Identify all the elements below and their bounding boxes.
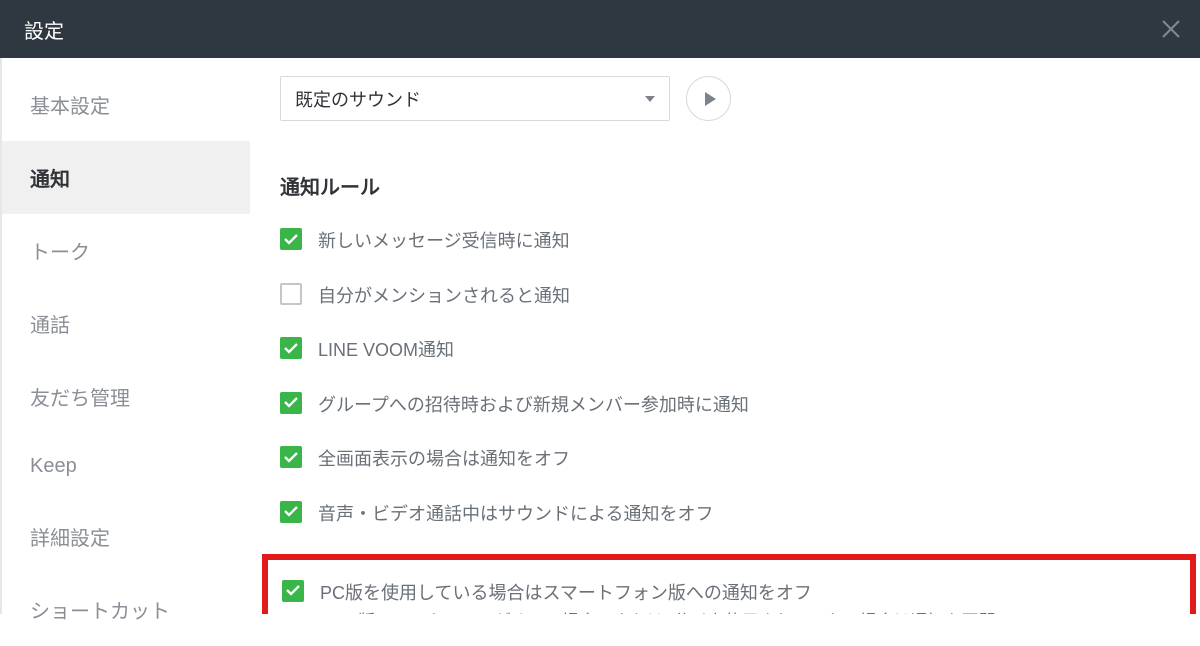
sidebar-item-keep[interactable]: Keep bbox=[2, 433, 250, 500]
settings-header: 設定 bbox=[0, 0, 1200, 58]
checkbox[interactable] bbox=[280, 228, 302, 250]
chevron-down-icon bbox=[645, 96, 655, 102]
play-sound-button[interactable] bbox=[686, 76, 731, 121]
rule-label: グループへの招待時および新規メンバー参加時に通知 bbox=[318, 390, 749, 421]
sidebar-item-label: ショートカット bbox=[30, 601, 170, 623]
checkbox[interactable] bbox=[280, 501, 302, 523]
checkbox[interactable] bbox=[280, 446, 302, 468]
checkbox[interactable] bbox=[280, 337, 302, 359]
rule-row-voom: LINE VOOM通知 bbox=[280, 335, 1190, 366]
rule-label: 自分がメンションされると通知 bbox=[318, 281, 570, 312]
rule-row-new-message: 新しいメッセージ受信時に通知 bbox=[280, 226, 1190, 257]
sidebar-item-label: 基本設定 bbox=[30, 96, 110, 118]
rule-row-group-invite: グループへの招待時および新規メンバー参加時に通知 bbox=[280, 390, 1190, 421]
section-title: 通知ルール bbox=[280, 171, 1190, 200]
checkbox[interactable] bbox=[282, 580, 304, 602]
sound-select[interactable]: 既定のサウンド bbox=[280, 76, 670, 121]
sidebar-item-label: 通話 bbox=[30, 315, 70, 337]
rule-label: LINE VOOM通知 bbox=[318, 335, 454, 366]
rule-label: 全画面表示の場合は通知をオフ bbox=[318, 444, 570, 475]
sidebar-item-advanced[interactable]: 詳細設定 bbox=[2, 500, 250, 573]
settings-main: 既定のサウンド 通知ルール 新しいメッセージ受信時に通知 自分がメンションされる… bbox=[250, 58, 1200, 614]
sidebar-item-call[interactable]: 通話 bbox=[2, 287, 250, 360]
close-icon[interactable] bbox=[1160, 18, 1182, 40]
rule-sublabel: ※PC版でロックモードがオンの場合、または3分以上使用されていない場合は通知を再… bbox=[320, 608, 996, 614]
sound-select-value: 既定のサウンド bbox=[295, 86, 421, 112]
settings-sidebar: 基本設定 通知 トーク 通話 友だち管理 Keep 詳細設定 ショートカット bbox=[0, 58, 250, 614]
rule-label: 音声・ビデオ通話中はサウンドによる通知をオフ bbox=[318, 499, 713, 530]
sidebar-item-label: トーク bbox=[30, 242, 90, 264]
checkbox[interactable] bbox=[280, 392, 302, 414]
settings-title: 設定 bbox=[24, 15, 64, 44]
rule-label: 新しいメッセージ受信時に通知 bbox=[318, 226, 570, 257]
highlighted-rule-box: PC版を使用している場合はスマートフォン版への通知をオフ ※PC版でロックモード… bbox=[262, 554, 1196, 614]
sidebar-item-label: 友だち管理 bbox=[30, 388, 130, 410]
sidebar-item-shortcut[interactable]: ショートカット bbox=[2, 573, 250, 646]
rule-label: PC版を使用している場合はスマートフォン版への通知をオフ bbox=[320, 578, 996, 609]
sidebar-item-label: Keep bbox=[30, 455, 77, 477]
checkbox[interactable] bbox=[280, 283, 302, 305]
sidebar-item-talk[interactable]: トーク bbox=[2, 214, 250, 287]
sound-row: 既定のサウンド bbox=[280, 76, 1190, 121]
sidebar-item-label: 通知 bbox=[30, 169, 70, 191]
rule-row-pc-smartphone: PC版を使用している場合はスマートフォン版への通知をオフ ※PC版でロックモード… bbox=[282, 578, 1176, 614]
rule-row-voice-video: 音声・ビデオ通話中はサウンドによる通知をオフ bbox=[280, 499, 1190, 530]
sidebar-item-basic[interactable]: 基本設定 bbox=[2, 68, 250, 141]
rule-row-mention: 自分がメンションされると通知 bbox=[280, 281, 1190, 312]
sidebar-item-notifications[interactable]: 通知 bbox=[2, 141, 250, 214]
sidebar-item-label: 詳細設定 bbox=[30, 528, 110, 550]
play-icon bbox=[705, 92, 716, 106]
rule-row-fullscreen: 全画面表示の場合は通知をオフ bbox=[280, 444, 1190, 475]
sidebar-item-friends[interactable]: 友だち管理 bbox=[2, 360, 250, 433]
